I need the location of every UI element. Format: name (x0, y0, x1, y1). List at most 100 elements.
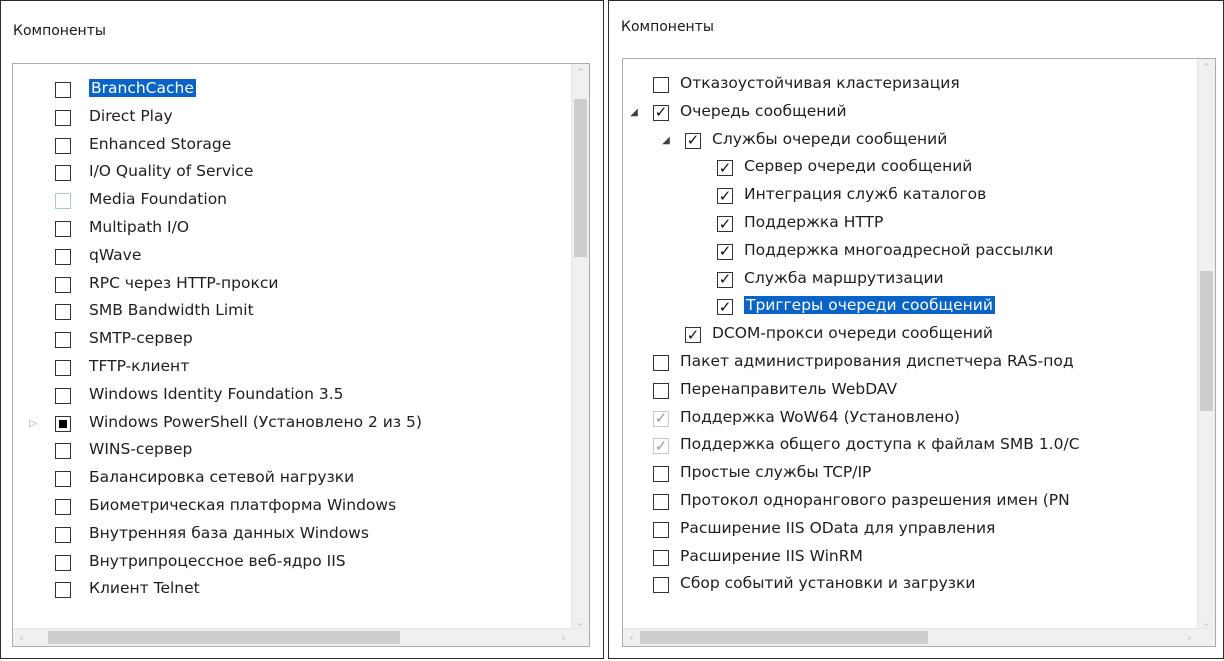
scroll-right-icon[interactable]: › (1181, 629, 1198, 646)
feature-checkbox[interactable] (653, 466, 669, 483)
tree-item[interactable]: SMB Bandwidth Limit (13, 298, 573, 326)
scroll-left-icon[interactable]: ‹ (623, 629, 640, 646)
feature-checkbox[interactable]: ✓ (653, 438, 669, 455)
feature-checkbox[interactable]: ✓ (685, 327, 701, 344)
tree-item[interactable]: ◢ ✓ Очередь сообщений (623, 99, 1199, 127)
feature-checkbox[interactable] (653, 549, 669, 566)
feature-checkbox[interactable] (55, 360, 71, 376)
features-tree-list[interactable]: BranchCache Direct Play Enhanced Storage I/… (12, 63, 590, 647)
vertical-scroll-thumb[interactable] (1200, 271, 1213, 411)
feature-checkbox[interactable] (653, 494, 669, 510)
scroll-right-icon[interactable]: › (555, 629, 572, 646)
tree-item[interactable]: Биометрическая платформа Windows (13, 493, 573, 521)
tree-item[interactable]: ✓ Поддержка многоадресной рассылки (623, 238, 1199, 266)
feature-checkbox[interactable] (55, 193, 71, 210)
tree-item[interactable]: Протокол однорангового разрешения имен (… (623, 488, 1199, 516)
feature-checkbox[interactable]: ✓ (685, 132, 701, 149)
horizontal-scroll-thumb[interactable] (640, 631, 928, 644)
feature-checkbox[interactable] (55, 109, 71, 126)
tree-item[interactable]: I/O Quality of Service (13, 159, 573, 187)
tree-item[interactable]: Перенаправитель WebDAV (623, 377, 1199, 405)
feature-label: Внутренняя база данных Windows (89, 523, 369, 542)
tree-item[interactable]: ✓ Поддержка WoW64 (Установлено) (623, 405, 1199, 433)
tree-item[interactable]: ✓ Интеграция служб каталогов (623, 182, 1199, 210)
feature-checkbox[interactable] (653, 577, 669, 594)
feature-checkbox[interactable] (55, 248, 71, 265)
feature-checkbox[interactable] (653, 521, 669, 538)
feature-checkbox[interactable]: ✓ (717, 299, 733, 316)
tree-item[interactable]: WINS-сервер (13, 437, 573, 465)
feature-checkbox[interactable] (55, 387, 71, 404)
expand-arrow-expanded-icon[interactable]: ◢ (660, 135, 672, 147)
feature-checkbox[interactable] (55, 82, 71, 98)
vertical-scrollbar[interactable]: ⌃ ⌄ (1197, 59, 1215, 631)
feature-checkbox[interactable]: ✓ (717, 243, 733, 260)
feature-checkbox[interactable] (55, 276, 71, 293)
feature-label: Расширение IIS OData для управления (680, 518, 996, 537)
tree-item[interactable]: Балансировка сетевой нагрузки (13, 465, 573, 493)
tree-item[interactable]: ◢ ✓ Службы очереди сообщений (623, 127, 1199, 155)
tree-item[interactable]: SMTP-сервер (13, 326, 573, 354)
feature-checkbox[interactable]: ✓ (717, 188, 733, 205)
feature-checkbox[interactable]: ✓ (717, 216, 733, 232)
tree-item[interactable]: ✓ Служба маршрутизации (623, 266, 1199, 294)
feature-checkbox[interactable] (55, 137, 71, 154)
feature-checkbox[interactable] (55, 304, 71, 321)
tree-item[interactable]: ✓ Поддержка HTTP (623, 210, 1199, 238)
tree-item[interactable]: ✓ DCOM-прокси очереди сообщений (623, 321, 1199, 349)
features-tree-list[interactable]: Отказоустойчивая кластеризация ◢ ✓ Очередь … (622, 58, 1216, 647)
feature-label: Windows Identity Foundation 3.5 (89, 384, 344, 403)
feature-checkbox[interactable] (55, 499, 71, 515)
feature-checkbox[interactable] (55, 221, 71, 237)
feature-checkbox[interactable] (653, 382, 669, 399)
tree-item[interactable]: qWave (13, 243, 573, 271)
tree-item[interactable]: Сбор событий установки и загрузки (623, 571, 1199, 599)
tree-item[interactable]: Multipath I/O (13, 215, 573, 243)
tree-item[interactable]: Пакет администрирования диспетчера RAS-п… (623, 349, 1199, 377)
tree-item[interactable]: Расширение IIS WinRM (623, 544, 1199, 572)
feature-checkbox[interactable] (55, 165, 71, 182)
feature-checkbox[interactable]: ✓ (717, 271, 733, 288)
tree-item[interactable]: ✓ Поддержка общего доступа к файлам SMB 1… (623, 432, 1199, 460)
feature-checkbox[interactable] (55, 415, 71, 432)
tree-item[interactable]: Внутрипроцессное веб-ядро IIS (13, 549, 573, 577)
feature-checkbox[interactable] (653, 355, 669, 371)
horizontal-scroll-thumb[interactable] (48, 631, 400, 644)
tree-item[interactable]: Простые службы TCP/IP (623, 460, 1199, 488)
feature-checkbox[interactable] (55, 471, 71, 488)
tree-item[interactable]: Windows Identity Foundation 3.5 (13, 382, 573, 410)
tree-item[interactable]: TFTP-клиент (13, 354, 573, 382)
scroll-up-icon[interactable]: ⌃ (1198, 59, 1215, 76)
tree-item[interactable]: RPC через HTTP-прокси (13, 271, 573, 299)
tree-item[interactable]: BranchCache (13, 76, 573, 104)
feature-checkbox[interactable] (653, 77, 669, 93)
feature-checkbox[interactable] (55, 526, 71, 543)
tree-item[interactable]: ▷ Windows PowerShell (Установлено 2 из 5) (13, 410, 573, 438)
tree-item[interactable]: Клиент Telnet (13, 576, 573, 604)
tree-item[interactable]: Media Foundation (13, 187, 573, 215)
horizontal-scrollbar[interactable]: ‹ › (13, 628, 589, 646)
feature-checkbox[interactable] (55, 443, 71, 460)
tree-item[interactable]: Внутренняя база данных Windows (13, 521, 573, 549)
tree-item[interactable]: Direct Play (13, 104, 573, 132)
scroll-left-icon[interactable]: ‹ (13, 629, 30, 646)
horizontal-scrollbar[interactable]: ‹ › (623, 628, 1215, 646)
tree-item[interactable]: Расширение IIS OData для управления (623, 516, 1199, 544)
scroll-up-icon[interactable]: ⌃ (572, 64, 589, 81)
feature-checkbox[interactable] (55, 332, 71, 349)
feature-checkbox[interactable]: ✓ (653, 104, 669, 121)
vertical-scrollbar[interactable]: ⌃ ⌄ (571, 64, 589, 631)
expand-arrow-expanded-icon[interactable]: ◢ (628, 107, 640, 119)
tree-item[interactable]: ✓ Сервер очереди сообщений (623, 154, 1199, 182)
feature-checkbox[interactable]: ✓ (717, 160, 733, 177)
tree-item[interactable]: Отказоустойчивая кластеризация (623, 71, 1199, 99)
feature-checkbox[interactable]: ✓ (653, 410, 669, 427)
expand-arrow-collapsed-icon[interactable]: ▷ (27, 418, 39, 430)
tree-item[interactable]: ✓ Триггеры очереди сообщений (623, 293, 1199, 321)
feature-label: Балансировка сетевой нагрузки (89, 468, 355, 487)
feature-checkbox[interactable] (55, 554, 71, 571)
feature-checkbox[interactable] (55, 582, 71, 599)
feature-label: RPC через HTTP-прокси (89, 273, 279, 292)
tree-item[interactable]: Enhanced Storage (13, 132, 573, 160)
vertical-scroll-thumb[interactable] (574, 99, 587, 257)
